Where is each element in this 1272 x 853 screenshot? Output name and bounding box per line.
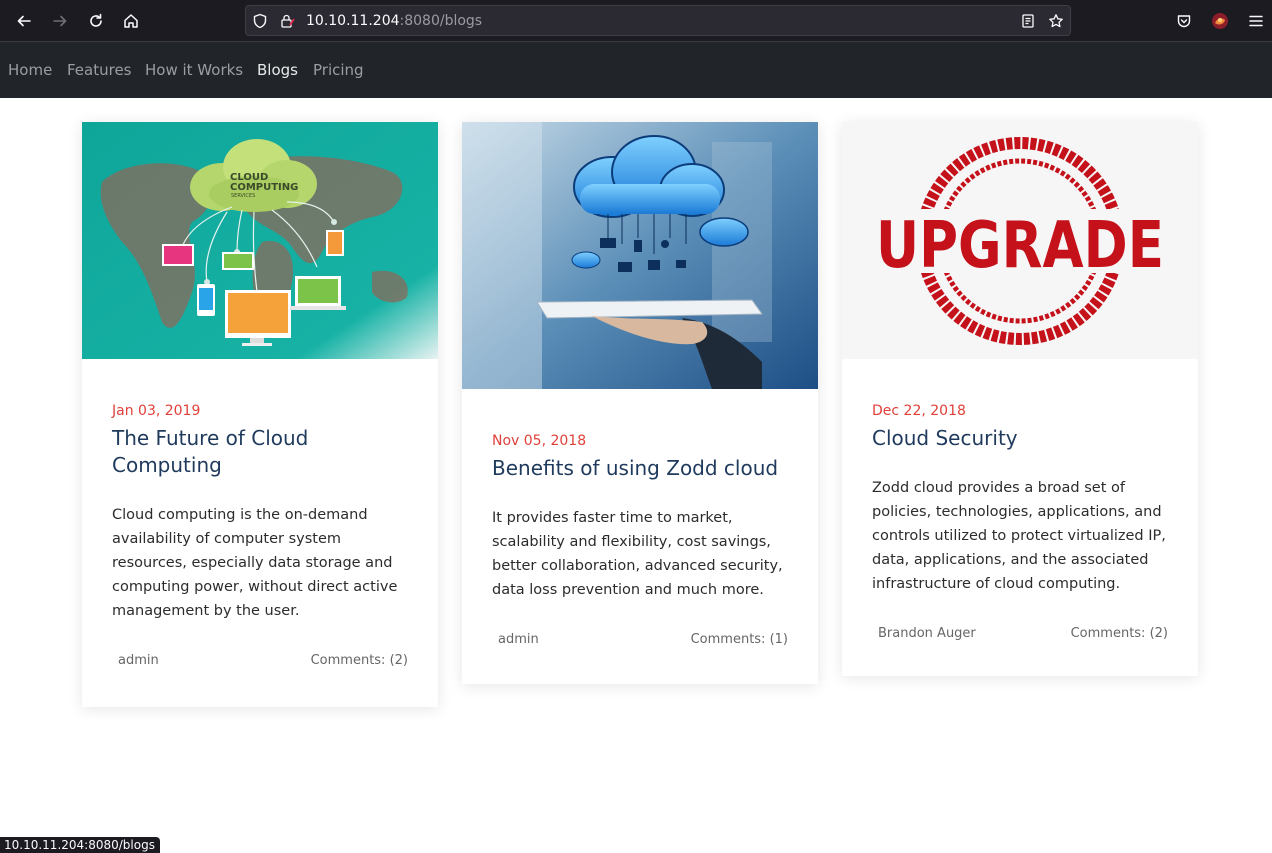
- post-meta: admin Comments: (2): [112, 653, 408, 673]
- blog-card[interactable]: Nov 05, 2018 Benefits of using Zodd clou…: [462, 122, 818, 684]
- post-author[interactable]: Brandon Auger: [878, 626, 976, 641]
- post-date: Jan 03, 2019: [112, 403, 201, 419]
- url-text[interactable]: 10.10.11.204:8080/blogs: [306, 13, 482, 29]
- blog-image-zodd-cloud[interactable]: [462, 122, 818, 389]
- cloud-text-2: COMPUTING: [230, 182, 298, 193]
- back-icon[interactable]: [12, 9, 36, 33]
- blog-card[interactable]: CLOUD COMPUTING SERVICES Jan 03, 2019 Th…: [82, 122, 438, 707]
- url-host: 10.10.11.204: [306, 13, 400, 29]
- reload-icon[interactable]: [84, 9, 108, 33]
- post-comments[interactable]: Comments: (2): [311, 653, 408, 668]
- blog-image-upgrade-stamp[interactable]: UPGRADE: [842, 122, 1198, 359]
- post-meta: Brandon Auger Comments: (2): [872, 626, 1168, 646]
- site-navbar: Home Features How it Works Blogs Pricing: [0, 42, 1272, 98]
- post-excerpt: It provides faster time to market, scala…: [492, 510, 783, 598]
- reader-view-icon[interactable]: [1020, 13, 1036, 29]
- post-author[interactable]: admin: [118, 653, 159, 668]
- menu-icon[interactable]: [1244, 9, 1268, 33]
- nav-link-how-it-works[interactable]: How it Works: [145, 61, 243, 79]
- post-comments[interactable]: Comments: (1): [691, 632, 788, 647]
- post-comments[interactable]: Comments: (2): [1071, 626, 1168, 641]
- post-excerpt: Cloud computing is the on-demand availab…: [112, 507, 398, 619]
- post-date: Nov 05, 2018: [492, 433, 587, 449]
- post-date: Dec 22, 2018: [872, 403, 966, 419]
- post-title[interactable]: The Future of Cloud Computing: [112, 425, 408, 479]
- link-status-bar: 10.10.11.204:8080/blogs: [0, 837, 160, 853]
- home-icon[interactable]: [119, 9, 143, 33]
- bookmark-star-icon[interactable]: [1048, 13, 1064, 29]
- post-title[interactable]: Benefits of using Zodd cloud: [492, 455, 788, 482]
- post-author[interactable]: admin: [498, 632, 539, 647]
- nav-link-home[interactable]: Home: [8, 61, 52, 79]
- pocket-icon[interactable]: [1172, 9, 1196, 33]
- post-title[interactable]: Cloud Security: [872, 425, 1168, 452]
- nav-link-blogs[interactable]: Blogs: [257, 61, 298, 79]
- forward-icon[interactable]: [48, 9, 72, 33]
- nav-link-features[interactable]: Features: [67, 61, 132, 79]
- cloud-text-3: SERVICES: [231, 193, 255, 199]
- post-excerpt: Zodd cloud provides a broad set of polic…: [872, 480, 1166, 592]
- stamp-text: UPGRADE: [876, 209, 1164, 283]
- blog-card[interactable]: UPGRADE Dec 22, 2018 Cloud Security Zodd…: [842, 122, 1198, 676]
- url-bar[interactable]: 10.10.11.204:8080/blogs: [245, 5, 1071, 36]
- browser-toolbar: 10.10.11.204:8080/blogs: [0, 0, 1272, 42]
- post-meta: admin Comments: (1): [492, 632, 788, 652]
- lock-warning-icon[interactable]: [279, 13, 295, 29]
- profile-icon[interactable]: [1208, 9, 1232, 33]
- shield-icon[interactable]: [252, 13, 268, 29]
- blog-image-cloud-computing[interactable]: CLOUD COMPUTING SERVICES: [82, 122, 438, 359]
- url-path: :8080/blogs: [399, 13, 483, 29]
- nav-link-pricing[interactable]: Pricing: [313, 61, 364, 79]
